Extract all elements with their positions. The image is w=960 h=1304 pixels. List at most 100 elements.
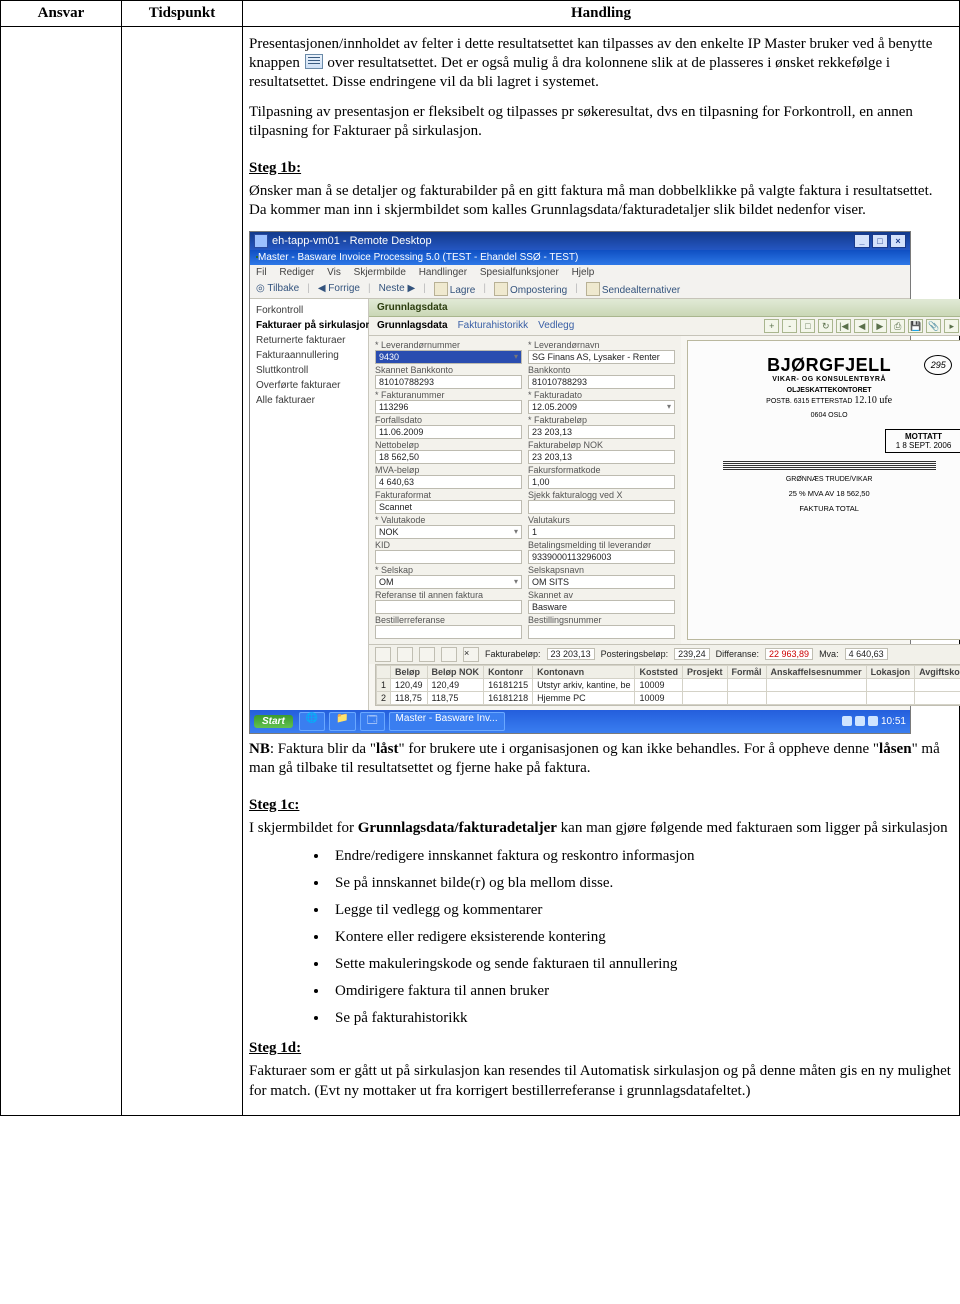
status-delete-icon[interactable]: × bbox=[463, 647, 479, 662]
grid-header[interactable]: Beløp bbox=[391, 665, 428, 678]
grid-cell[interactable] bbox=[866, 691, 915, 704]
grid-header[interactable]: Kontonavn bbox=[533, 665, 635, 678]
form-field[interactable]: Fakursformatkode1,00 bbox=[528, 465, 675, 489]
grid-header[interactable]: Beløp NOK bbox=[427, 665, 484, 678]
form-field[interactable]: FakturaformatScannet bbox=[375, 490, 522, 514]
grid-cell[interactable] bbox=[915, 691, 960, 704]
form-field[interactable]: Skannet avBasware bbox=[528, 590, 675, 614]
field-value[interactable]: 23 203,13 bbox=[528, 450, 675, 464]
grid-header[interactable]: Lokasjon bbox=[866, 665, 915, 678]
field-value[interactable]: 12.05.2009 bbox=[528, 400, 675, 414]
form-field[interactable]: Bestillerreferanse bbox=[375, 615, 522, 639]
grid-header[interactable] bbox=[377, 665, 391, 678]
field-value[interactable]: Scannet bbox=[375, 500, 522, 514]
field-value[interactable]: SG Finans AS, Lysaker - Renter bbox=[528, 350, 675, 364]
fit-icon[interactable]: □ bbox=[800, 319, 815, 333]
save-button[interactable]: Lagre bbox=[434, 282, 476, 296]
field-value[interactable] bbox=[375, 625, 522, 639]
postings-grid[interactable]: BeløpBeløp NOKKontonrKontonavnKoststedPr… bbox=[375, 664, 960, 706]
field-value[interactable]: 113296 bbox=[375, 400, 522, 414]
form-field[interactable]: * Leverandørnummer9430 bbox=[375, 340, 522, 364]
extra-icon[interactable]: ▸ bbox=[944, 319, 959, 333]
grid-cell[interactable] bbox=[866, 678, 915, 691]
page-first-icon[interactable]: |◀ bbox=[836, 319, 851, 333]
form-field[interactable]: * ValutakodeNOK bbox=[375, 515, 522, 539]
grid-cell[interactable] bbox=[915, 678, 960, 691]
sidebar-sluttkontroll[interactable]: Sluttkontroll bbox=[250, 363, 368, 378]
field-value[interactable]: 23 203,13 bbox=[528, 425, 675, 439]
maximize-button[interactable]: □ bbox=[872, 234, 888, 248]
grid-cell[interactable]: 120,49 bbox=[427, 678, 484, 691]
grid-cell[interactable]: 2 bbox=[377, 691, 391, 704]
grid-cell[interactable]: 10009 bbox=[635, 691, 683, 704]
sidebar-overforte[interactable]: Overførte fakturaer bbox=[250, 378, 368, 393]
field-value[interactable]: 81010788293 bbox=[375, 375, 522, 389]
prev-button[interactable]: ◀ Forrige bbox=[318, 283, 360, 294]
form-field[interactable]: * Fakturadato12.05.2009 bbox=[528, 390, 675, 414]
zoom-in-icon[interactable]: + bbox=[764, 319, 779, 333]
field-value[interactable]: 1 bbox=[528, 525, 675, 539]
form-field[interactable]: * Fakturanummer113296 bbox=[375, 390, 522, 414]
grid-cell[interactable]: 1 bbox=[377, 678, 391, 691]
menu-rediger[interactable]: Rediger bbox=[279, 267, 314, 278]
form-field[interactable]: Valutakurs1 bbox=[528, 515, 675, 539]
grid-cell[interactable] bbox=[683, 678, 728, 691]
menu-skjermbilde[interactable]: Skjermbilde bbox=[354, 267, 406, 278]
minimize-button[interactable]: _ bbox=[854, 234, 870, 248]
grid-cell[interactable]: 118,75 bbox=[427, 691, 484, 704]
form-field[interactable]: Forfallsdato11.06.2009 bbox=[375, 415, 522, 439]
tab-vedlegg[interactable]: Vedlegg bbox=[538, 320, 574, 331]
status-icon-4[interactable] bbox=[441, 647, 457, 662]
next-button[interactable]: Neste ▶ bbox=[379, 283, 416, 294]
form-field[interactable]: SelskapsnavnOM SITS bbox=[528, 565, 675, 589]
form-field[interactable]: Sjekk fakturalogg ved X bbox=[528, 490, 675, 514]
page-prev-icon[interactable]: ◀ bbox=[854, 319, 869, 333]
tray-icon-2[interactable] bbox=[855, 716, 865, 726]
grid-header[interactable]: Anskaffelsesnummer bbox=[766, 665, 866, 678]
save-image-icon[interactable]: 💾 bbox=[908, 319, 923, 333]
sidebar-returnerte[interactable]: Returnerte fakturaer bbox=[250, 333, 368, 348]
form-field[interactable]: Skannet Bankkonto81010788293 bbox=[375, 365, 522, 389]
ompostering-button[interactable]: Ompostering bbox=[494, 282, 567, 296]
menu-hjelp[interactable]: Hjelp bbox=[572, 267, 595, 278]
zoom-out-icon[interactable]: - bbox=[782, 319, 797, 333]
menu-spesial[interactable]: Spesialfunksjoner bbox=[480, 267, 559, 278]
sidebar-alle[interactable]: Alle fakturaer bbox=[250, 393, 368, 408]
field-value[interactable] bbox=[375, 600, 522, 614]
sidebar-fakturaer-sirkulasjon[interactable]: Fakturaer på sirkulasjon bbox=[250, 318, 368, 333]
rotate-icon[interactable]: ↻ bbox=[818, 319, 833, 333]
form-field[interactable]: * Fakturabeløp23 203,13 bbox=[528, 415, 675, 439]
field-value[interactable]: OM SITS bbox=[528, 575, 675, 589]
taskbar-app-icon[interactable]: 🗔 bbox=[360, 712, 385, 731]
grid-cell[interactable] bbox=[727, 691, 766, 704]
tab-fakturahistorikk[interactable]: Fakturahistorikk bbox=[458, 320, 529, 331]
field-value[interactable]: 9430 bbox=[375, 350, 522, 364]
status-icon-2[interactable] bbox=[397, 647, 413, 662]
page-next-icon[interactable]: ▶ bbox=[872, 319, 887, 333]
menu-vis[interactable]: Vis bbox=[327, 267, 341, 278]
taskbar-explorer-icon[interactable]: 📁 bbox=[329, 712, 355, 731]
attach-icon[interactable]: 📎 bbox=[926, 319, 941, 333]
grid-header[interactable]: Prosjekt bbox=[683, 665, 728, 678]
field-value[interactable]: 9339000113296003 bbox=[528, 550, 675, 564]
tab-grunnlagsdata[interactable]: Grunnlagsdata bbox=[377, 320, 448, 331]
grid-row[interactable]: 2118,75118,7516181218Hjemme PC10009 bbox=[377, 691, 960, 704]
grid-header[interactable]: Formål bbox=[727, 665, 766, 678]
taskbar-task-basware[interactable]: Master - Basware Inv... bbox=[389, 712, 505, 731]
menu-handlinger[interactable]: Handlinger bbox=[419, 267, 467, 278]
field-value[interactable]: 18 562,50 bbox=[375, 450, 522, 464]
form-field[interactable]: Betalingsmelding til leverandør933900011… bbox=[528, 540, 675, 564]
field-value[interactable]: NOK bbox=[375, 525, 522, 539]
sidebar-annullering[interactable]: Fakturaannullering bbox=[250, 348, 368, 363]
field-value[interactable]: 81010788293 bbox=[528, 375, 675, 389]
field-value[interactable] bbox=[528, 625, 675, 639]
grid-cell[interactable] bbox=[766, 678, 866, 691]
grid-cell[interactable] bbox=[727, 678, 766, 691]
form-field[interactable]: * SelskapOM bbox=[375, 565, 522, 589]
form-field[interactable]: Referanse til annen faktura bbox=[375, 590, 522, 614]
grid-cell[interactable]: 10009 bbox=[635, 678, 683, 691]
grid-cell[interactable]: Hjemme PC bbox=[533, 691, 635, 704]
grid-header[interactable]: Avgiftskod bbox=[915, 665, 960, 678]
field-value[interactable]: 1,00 bbox=[528, 475, 675, 489]
menubar[interactable]: Fil Rediger Vis Skjermbilde Handlinger S… bbox=[250, 265, 910, 280]
